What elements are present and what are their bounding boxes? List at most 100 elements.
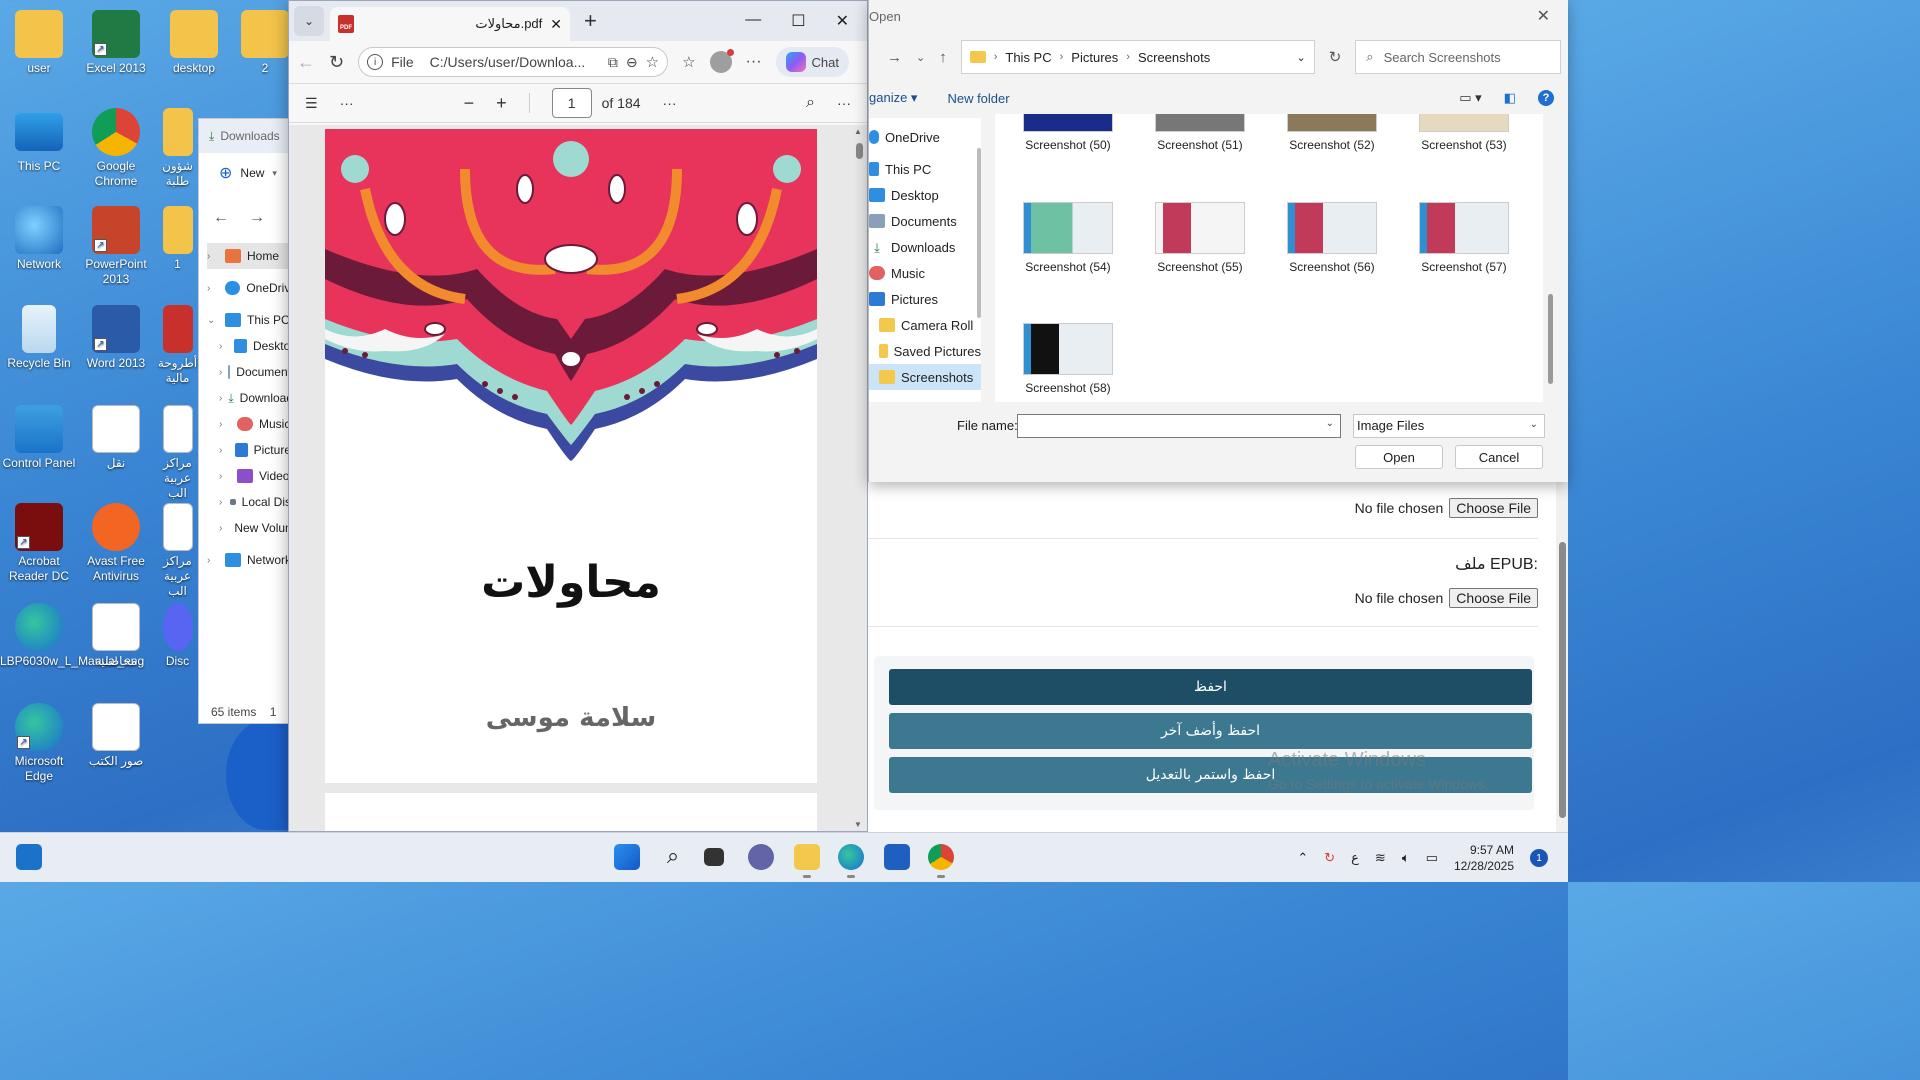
- choose-file-button-1[interactable]: Choose File: [1449, 498, 1538, 518]
- edge-icon[interactable]: [838, 844, 864, 878]
- sidebar-item-downloads[interactable]: ⤓ Downloads: [869, 234, 981, 260]
- close-tab-icon[interactable]: ✕: [550, 16, 562, 33]
- maximize-icon[interactable]: ☐: [791, 11, 805, 31]
- file-item[interactable]: Screenshot (50): [1003, 114, 1133, 152]
- desktop-icon-discord[interactable]: Disc: [155, 603, 200, 669]
- store-icon[interactable]: [884, 844, 910, 870]
- teams-chat-icon[interactable]: [748, 844, 774, 870]
- sidebar-item-saved-pictures[interactable]: Saved Pictures: [869, 338, 981, 364]
- explorer-tab[interactable]: ⤓ Downloads: [199, 119, 297, 153]
- view-options-icon[interactable]: ▭ ▾: [1459, 90, 1481, 106]
- close-icon[interactable]: ✕: [836, 11, 849, 31]
- sidebar-item-documents[interactable]: Documents: [869, 208, 981, 234]
- start-icon[interactable]: [614, 844, 640, 870]
- back-arrow-icon[interactable]: ←: [297, 52, 315, 73]
- sidebar-item-screenshots[interactable]: Screenshots: [869, 364, 981, 390]
- file-name-input[interactable]: ⌄: [1017, 414, 1341, 438]
- tree-item-music[interactable]: › Music: [207, 411, 297, 437]
- file-item[interactable]: Screenshot (51): [1135, 114, 1265, 152]
- new-tab-icon[interactable]: +: [584, 8, 597, 34]
- refresh-icon[interactable]: ↻: [329, 52, 344, 73]
- desktop-icon-powerpoint[interactable]: ↗ PowerPoint 2013: [77, 206, 155, 287]
- chrome-icon[interactable]: [928, 844, 954, 878]
- tree-item-this-pc[interactable]: ⌄ This PC: [207, 307, 297, 333]
- chevron-down-icon[interactable]: ⌄: [1326, 418, 1334, 429]
- refresh-icon[interactable]: ↻: [1329, 48, 1342, 66]
- desktop-icon-recycle-bin[interactable]: Recycle Bin: [0, 305, 78, 371]
- favorite-star-icon[interactable]: ☆: [646, 53, 659, 71]
- back-arrow-icon[interactable]: ←: [213, 209, 229, 227]
- page-number-input[interactable]: 1: [551, 88, 592, 118]
- open-file-dialog[interactable]: Open ✕ → ⌄ ↑ › This PC › Pictures › Scre…: [868, 0, 1568, 482]
- sync-icon[interactable]: ↻: [1324, 850, 1335, 866]
- forward-arrow-icon[interactable]: →: [249, 209, 265, 227]
- sidebar-item-camera-roll[interactable]: Camera Roll: [869, 312, 981, 338]
- read-aloud-icon[interactable]: ⧉: [608, 54, 618, 71]
- chevron-up-icon[interactable]: ⌃: [1297, 850, 1308, 866]
- info-icon[interactable]: i: [367, 54, 384, 70]
- sidebar-item-desktop[interactable]: Desktop: [869, 182, 981, 208]
- desktop-icon-book-images[interactable]: صور الكتب: [77, 703, 155, 769]
- file-grid-scrollbar[interactable]: [1545, 114, 1555, 402]
- favorites-icon[interactable]: ☆: [682, 53, 695, 71]
- minimize-icon[interactable]: —: [745, 11, 761, 31]
- desktop-icon-chrome[interactable]: Google Chrome: [77, 108, 155, 189]
- desktop-icon-acrobat[interactable]: ↗ Acrobat Reader DC: [0, 503, 78, 584]
- pdf-viewer[interactable]: محاولات سلامة موسى ▲ ▼: [289, 125, 867, 831]
- desktop-icon-control-panel[interactable]: Control Panel: [0, 405, 78, 471]
- open-button[interactable]: Open: [1355, 445, 1443, 469]
- file-input-cover[interactable]: No file chosen Choose File: [1355, 498, 1538, 518]
- url-field[interactable]: i File C:/Users/user/Downloa... ⧉ ⊖ ☆: [358, 47, 669, 77]
- cancel-button[interactable]: Cancel: [1455, 445, 1543, 469]
- chevron-down-icon[interactable]: ⌄: [1297, 51, 1306, 64]
- language-indicator[interactable]: ع: [1351, 850, 1359, 866]
- file-explorer-icon[interactable]: [794, 844, 820, 878]
- preview-pane-icon[interactable]: ◧: [1504, 90, 1516, 106]
- search-icon[interactable]: ⌕: [660, 844, 686, 870]
- settings-more-icon[interactable]: ···: [837, 95, 851, 111]
- wifi-icon[interactable]: ≋: [1375, 850, 1386, 866]
- tree-item-videos[interactable]: › Videos: [207, 463, 297, 489]
- more-tools-icon[interactable]: ···: [663, 95, 677, 111]
- explorer-new-button[interactable]: ⊕ New ▾: [199, 153, 297, 193]
- file-item[interactable]: Screenshot (53): [1399, 114, 1529, 152]
- edge-browser-window[interactable]: ⌄ PDF محاولات.pdf ✕ + — ☐ ✕ ← ↻ i File C…: [288, 0, 868, 832]
- tab-pdf[interactable]: PDF محاولات.pdf ✕: [330, 7, 570, 41]
- desktop-icon-user[interactable]: user: [0, 10, 78, 76]
- file-item[interactable]: Screenshot (56): [1267, 202, 1397, 274]
- tab-actions-button[interactable]: ⌄: [294, 6, 324, 36]
- forward-arrow-icon[interactable]: →: [887, 49, 902, 66]
- tree-item-home[interactable]: › Home: [207, 243, 297, 269]
- zoom-in-button[interactable]: +: [496, 93, 507, 114]
- tree-item-desktop[interactable]: › Desktop: [207, 333, 297, 359]
- breadcrumb[interactable]: › This PC › Pictures › Screenshots ⌄: [960, 40, 1315, 74]
- file-item[interactable]: Screenshot (58): [1003, 323, 1133, 395]
- tree-item-local-disk[interactable]: › Local Disk: [207, 489, 297, 515]
- more-options-icon[interactable]: ···: [340, 95, 354, 111]
- sidebar-item-onedrive[interactable]: OneDrive: [869, 124, 981, 150]
- up-arrow-icon[interactable]: ↑: [939, 49, 947, 66]
- close-icon[interactable]: ✕: [1537, 6, 1550, 26]
- copilot-chat-button[interactable]: Chat: [775, 47, 849, 77]
- tree-item-new-volume[interactable]: › New Volume: [207, 515, 297, 541]
- scroll-down-icon[interactable]: ▼: [854, 820, 862, 829]
- scroll-up-icon[interactable]: ▲: [854, 127, 862, 136]
- desktop-icon-word[interactable]: ↗ Word 2013: [77, 305, 155, 371]
- tree-item-network[interactable]: › Network: [207, 547, 297, 573]
- chevron-down-icon[interactable]: ⌄: [916, 51, 925, 64]
- volume-icon[interactable]: 🔈︎: [1402, 850, 1410, 866]
- desktop-icon-excel[interactable]: ↗ Excel 2013: [77, 10, 155, 76]
- file-item[interactable]: Screenshot (57): [1399, 202, 1529, 274]
- file-type-select[interactable]: Image Files ⌄: [1353, 414, 1545, 438]
- desktop-icon-network[interactable]: Network: [0, 206, 78, 272]
- widgets-icon[interactable]: [16, 844, 42, 870]
- desktop-icon-muhadara[interactable]: محاضلية: [77, 603, 155, 669]
- scrollbar-thumb[interactable]: [1559, 542, 1566, 818]
- page-scrollbar[interactable]: [1556, 480, 1568, 832]
- save-button[interactable]: احفظ: [889, 669, 1532, 705]
- sidebar-item-pictures[interactable]: Pictures: [869, 286, 981, 312]
- desktop-icon-lbp-manual[interactable]: LBP6030w_L_Manual_eng: [0, 603, 144, 669]
- sidebar-item-music[interactable]: Music: [869, 260, 981, 286]
- save-and-add-another-button[interactable]: احفظ وأضف آخر: [889, 713, 1532, 749]
- tree-item-onedrive[interactable]: › OneDrive: [207, 275, 297, 301]
